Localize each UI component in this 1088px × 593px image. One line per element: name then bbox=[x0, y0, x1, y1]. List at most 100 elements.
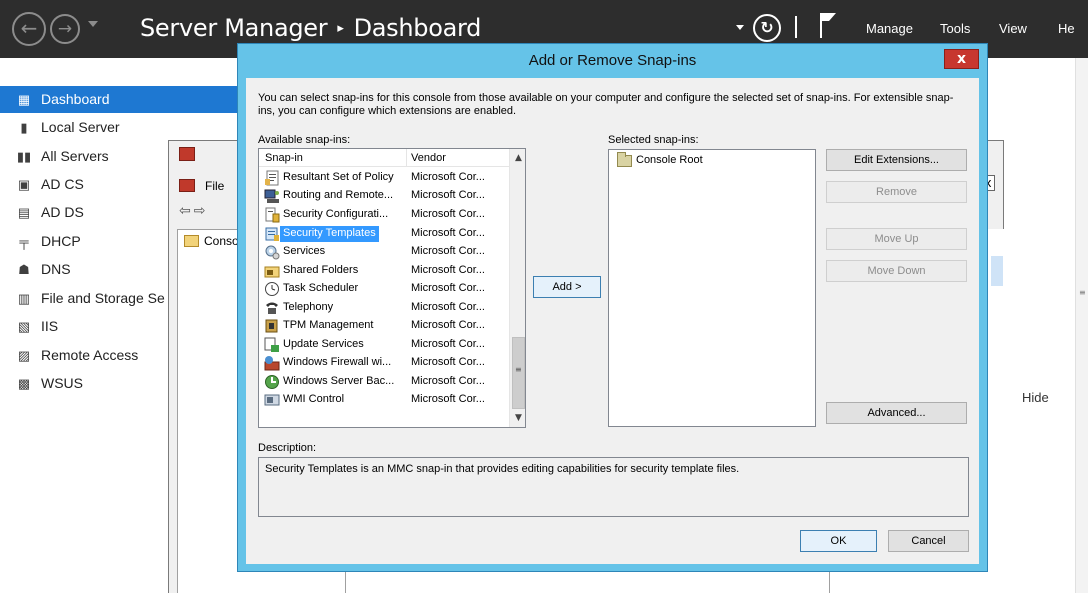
scroll-down-icon[interactable]: ▼ bbox=[511, 410, 525, 426]
snapin-vendor: Microsoft Cor... bbox=[411, 282, 485, 294]
list-item[interactable]: TPM Management Microsoft Cor... bbox=[261, 317, 509, 335]
remote-access-icon: ▨ bbox=[17, 348, 31, 363]
menu-tools[interactable]: Tools bbox=[940, 21, 970, 36]
available-snapins-label: Available snap-ins: bbox=[258, 134, 351, 146]
ok-button[interactable]: OK bbox=[800, 530, 877, 552]
menu-help[interactable]: He bbox=[1058, 21, 1075, 36]
adds-icon: ▤ bbox=[17, 205, 31, 220]
snapin-vendor: Microsoft Cor... bbox=[411, 264, 485, 276]
snapin-name: Resultant Set of Policy bbox=[283, 171, 394, 183]
back-button[interactable]: ← bbox=[12, 12, 46, 46]
list-item[interactable]: Routing and Remote... Microsoft Cor... bbox=[261, 187, 509, 205]
security-config-icon bbox=[265, 207, 280, 223]
intro-text: You can select snap-ins for this console… bbox=[258, 92, 954, 117]
column-vendor[interactable]: Vendor bbox=[411, 152, 446, 164]
available-snapins-list[interactable]: Snap-in Vendor Resultant Set of Policy M… bbox=[258, 148, 526, 428]
sidebar-item-label: WSUS bbox=[41, 375, 83, 391]
hide-link[interactable]: Hide bbox=[1022, 390, 1049, 405]
list-item[interactable]: Telephony Microsoft Cor... bbox=[261, 299, 509, 317]
list-item[interactable]: Services Microsoft Cor... bbox=[261, 243, 509, 261]
selected-item-console-root[interactable]: Console Root bbox=[636, 154, 703, 166]
description-label: Description: bbox=[258, 442, 317, 454]
move-down-button[interactable]: Move Down bbox=[826, 260, 967, 282]
list-item[interactable]: WMI Control Microsoft Cor... bbox=[261, 391, 509, 409]
forward-button[interactable]: → bbox=[50, 14, 80, 44]
sidebar-item-dashboard[interactable]: ▦ Dashboard bbox=[0, 86, 240, 113]
move-up-button[interactable]: Move Up bbox=[826, 228, 967, 250]
sidebar-item-local-server[interactable]: ▮ Local Server bbox=[0, 114, 240, 141]
add-button[interactable]: Add > bbox=[533, 276, 601, 298]
sidebar-item-label: Dashboard bbox=[41, 91, 110, 107]
scroll-up-icon[interactable]: ▲ bbox=[511, 150, 525, 166]
menu-view[interactable]: View bbox=[999, 21, 1027, 36]
mmc-file-menu[interactable]: File bbox=[205, 179, 224, 193]
snapin-vendor: Microsoft Cor... bbox=[411, 375, 485, 387]
snapin-vendor: Microsoft Cor... bbox=[411, 227, 485, 239]
list-item[interactable]: Update Services Microsoft Cor... bbox=[261, 336, 509, 354]
list-item[interactable]: Windows Firewall wi... Microsoft Cor... bbox=[261, 354, 509, 372]
list-item[interactable]: Security Configurati... Microsoft Cor... bbox=[261, 206, 509, 224]
list-item-selected[interactable]: Security Templates Microsoft Cor... bbox=[261, 225, 509, 243]
column-divider[interactable] bbox=[406, 149, 407, 167]
snapin-name: TPM Management bbox=[283, 319, 374, 331]
snapin-name: Shared Folders bbox=[283, 264, 359, 276]
sidebar-item-label: AD DS bbox=[41, 204, 84, 220]
scroll-thumb[interactable]: ≡ bbox=[512, 337, 525, 409]
snapin-name: Windows Server Bac... bbox=[283, 375, 395, 387]
tpm-icon bbox=[265, 319, 278, 333]
security-templates-icon bbox=[265, 227, 279, 241]
scroll-grip-icon: ≡ bbox=[515, 365, 522, 374]
snapin-vendor: Microsoft Cor... bbox=[411, 319, 485, 331]
rsop-icon bbox=[265, 170, 279, 186]
snapin-name: Services bbox=[283, 245, 326, 257]
list-item[interactable]: Shared Folders Microsoft Cor... bbox=[261, 262, 509, 280]
wsus-icon: ▩ bbox=[17, 376, 31, 391]
desktop: ← → Server Manager ▸ Dashboard ↻ Manage To… bbox=[0, 0, 1088, 593]
cancel-button[interactable]: Cancel bbox=[888, 530, 969, 552]
snapin-vendor: Microsoft Cor... bbox=[411, 245, 485, 257]
column-snapin[interactable]: Snap-in bbox=[265, 152, 303, 164]
header-dropdown-icon[interactable] bbox=[736, 25, 744, 30]
selected-snapins-label: Selected snap-ins: bbox=[608, 134, 699, 146]
description-box: Security Templates is an MMC snap-in tha… bbox=[258, 457, 969, 517]
folder-icon bbox=[184, 235, 199, 247]
snapin-name: Telephony bbox=[283, 301, 334, 313]
snapin-name: WMI Control bbox=[283, 393, 345, 405]
telephony-icon bbox=[266, 302, 278, 314]
list-item[interactable]: Windows Server Bac... Microsoft Cor... bbox=[261, 373, 509, 391]
task-scheduler-icon bbox=[265, 282, 279, 296]
snapin-name: Update Services bbox=[283, 338, 364, 350]
breadcrumb-dashboard: Dashboard bbox=[353, 14, 482, 42]
snapin-vendor: Microsoft Cor... bbox=[411, 208, 485, 220]
close-button[interactable]: x bbox=[944, 49, 979, 69]
list-header: Snap-in Vendor bbox=[259, 149, 509, 167]
sidebar-item-label: File and Storage Se bbox=[41, 290, 165, 306]
routing-icon bbox=[264, 189, 279, 203]
advanced-button[interactable]: Advanced... bbox=[826, 402, 967, 424]
refresh-icon[interactable]: ↻ bbox=[753, 14, 781, 42]
server-backup-icon bbox=[265, 375, 279, 389]
app-title: Server Manager bbox=[140, 14, 328, 42]
list-scrollbar[interactable]: ▲ ≡ ▼ bbox=[509, 149, 525, 427]
sidebar-item-label: AD CS bbox=[41, 176, 84, 192]
list-item[interactable]: Resultant Set of Policy Microsoft Cor... bbox=[261, 169, 509, 187]
snapin-vendor: Microsoft Cor... bbox=[411, 189, 485, 201]
notifications-flag-icon[interactable] bbox=[818, 12, 838, 38]
menu-manage[interactable]: Manage bbox=[866, 21, 913, 36]
folder-icon bbox=[617, 152, 632, 167]
remove-button[interactable]: Remove bbox=[826, 181, 967, 203]
snapin-name: Routing and Remote... bbox=[283, 189, 394, 201]
mmc-app-icon bbox=[179, 147, 195, 161]
page-scrollbar[interactable]: ≡ bbox=[1075, 58, 1088, 593]
mmc-tree-label: Conso bbox=[204, 234, 239, 248]
mmc-tree-console-root[interactable]: Conso bbox=[184, 234, 239, 248]
snapin-name: Windows Firewall wi... bbox=[283, 356, 392, 368]
history-dropdown-icon[interactable] bbox=[88, 21, 98, 27]
snapin-name: Security Configurati... bbox=[283, 208, 389, 220]
edit-extensions-button[interactable]: Edit Extensions... bbox=[826, 149, 967, 171]
selected-snapins-list[interactable]: Console Root bbox=[608, 149, 816, 427]
snapin-vendor: Microsoft Cor... bbox=[411, 338, 485, 350]
mmc-nav-arrows-icon[interactable]: ⇦⇨ bbox=[179, 203, 208, 219]
file-storage-icon: ▥ bbox=[17, 291, 31, 306]
list-item[interactable]: Task Scheduler Microsoft Cor... bbox=[261, 280, 509, 298]
